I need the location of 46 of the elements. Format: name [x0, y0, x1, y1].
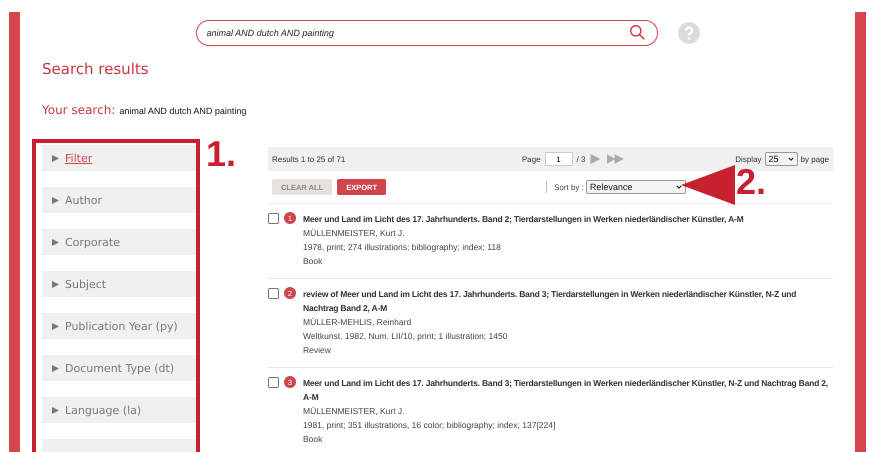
- display-select[interactable]: 25: [764, 152, 798, 166]
- page-input[interactable]: 1: [544, 152, 573, 166]
- result-author: MÜLLENMEISTER, Kurt J.: [303, 227, 406, 240]
- facet-item[interactable]: Subject: [65, 278, 106, 290]
- results-count: Results 1 to 25 of 71: [272, 154, 346, 164]
- last-page-icon[interactable]: [606, 153, 626, 165]
- page-label: Page: [522, 154, 541, 164]
- result-details: Weltkunst. 1982, Num. LII/10, print; 1 illustration; 1450: [303, 330, 508, 343]
- facet-item[interactable]: Corporate: [65, 236, 120, 248]
- facet-item[interactable]: Filter: [65, 152, 92, 164]
- page-title: Search results: [42, 60, 150, 80]
- result-checkbox[interactable]: [268, 377, 279, 388]
- annotation-number: 1.: [206, 133, 236, 175]
- expand-triangle-icon[interactable]: [52, 154, 59, 162]
- annotation-arrow: [681, 165, 735, 205]
- result-title[interactable]: Meer und Land im Licht des 17. Jahrhunderts. Band 3; Tierdarstellungen in Werken niederländischer Künstler, N-Z und Nachtrag Band 2, A-M: [303, 376, 833, 404]
- page-total: / 3: [576, 154, 586, 164]
- result-title[interactable]: Meer und Land im Licht des 17. Jahrhunderts. Band 2; Tierdarstellungen in Werken niederländischer Künstler, A-M: [303, 212, 744, 226]
- result-author: MÜLLER-MEHLIS, Reinhard: [303, 316, 412, 329]
- display-label: Display: [735, 154, 762, 164]
- result-checkbox[interactable]: [268, 288, 279, 299]
- caret-icon[interactable]: [676, 185, 682, 189]
- result-type: Book: [303, 433, 324, 446]
- by-page-label: by page: [800, 154, 829, 164]
- caret-icon[interactable]: [788, 157, 794, 161]
- your-search-label: Your search:: [42, 103, 116, 117]
- expand-triangle-icon[interactable]: [52, 196, 59, 204]
- expand-triangle-icon[interactable]: [52, 238, 59, 246]
- sort-label: Sort by :: [554, 182, 584, 192]
- result-title[interactable]: review of Meer und Land im Licht des 17. Jahrhunderts. Band 3; Tierdarstellungen in Werken niederländischer Künstler, N-Z und Nachtrag Band 2, A-M: [303, 287, 833, 315]
- facet-item[interactable]: Author: [65, 194, 102, 206]
- result-details: 1978, print; 274 illustrations; bibliography; index; 118: [303, 241, 502, 254]
- result-type: Review: [303, 344, 332, 357]
- result-type: Book: [303, 255, 324, 268]
- expand-triangle-icon[interactable]: [52, 322, 59, 330]
- search-icon[interactable]: [628, 24, 646, 41]
- expand-triangle-icon[interactable]: [52, 364, 59, 372]
- sort-select[interactable]: Relevance: [586, 180, 686, 194]
- search-field[interactable]: animal AND dutch AND painting: [196, 20, 658, 46]
- result-details: 1981, print; 351 illustrations, 16 color; bibliography; index; 137[224]: [303, 419, 556, 432]
- expand-triangle-icon[interactable]: [52, 280, 59, 288]
- result-author: MÜLLENMEISTER, Kurt J.: [303, 405, 406, 418]
- result-checkbox[interactable]: [268, 213, 279, 224]
- next-page-icon[interactable]: [589, 153, 602, 165]
- your-search-value: animal AND dutch AND painting: [119, 106, 246, 116]
- expand-triangle-icon[interactable]: [52, 406, 59, 414]
